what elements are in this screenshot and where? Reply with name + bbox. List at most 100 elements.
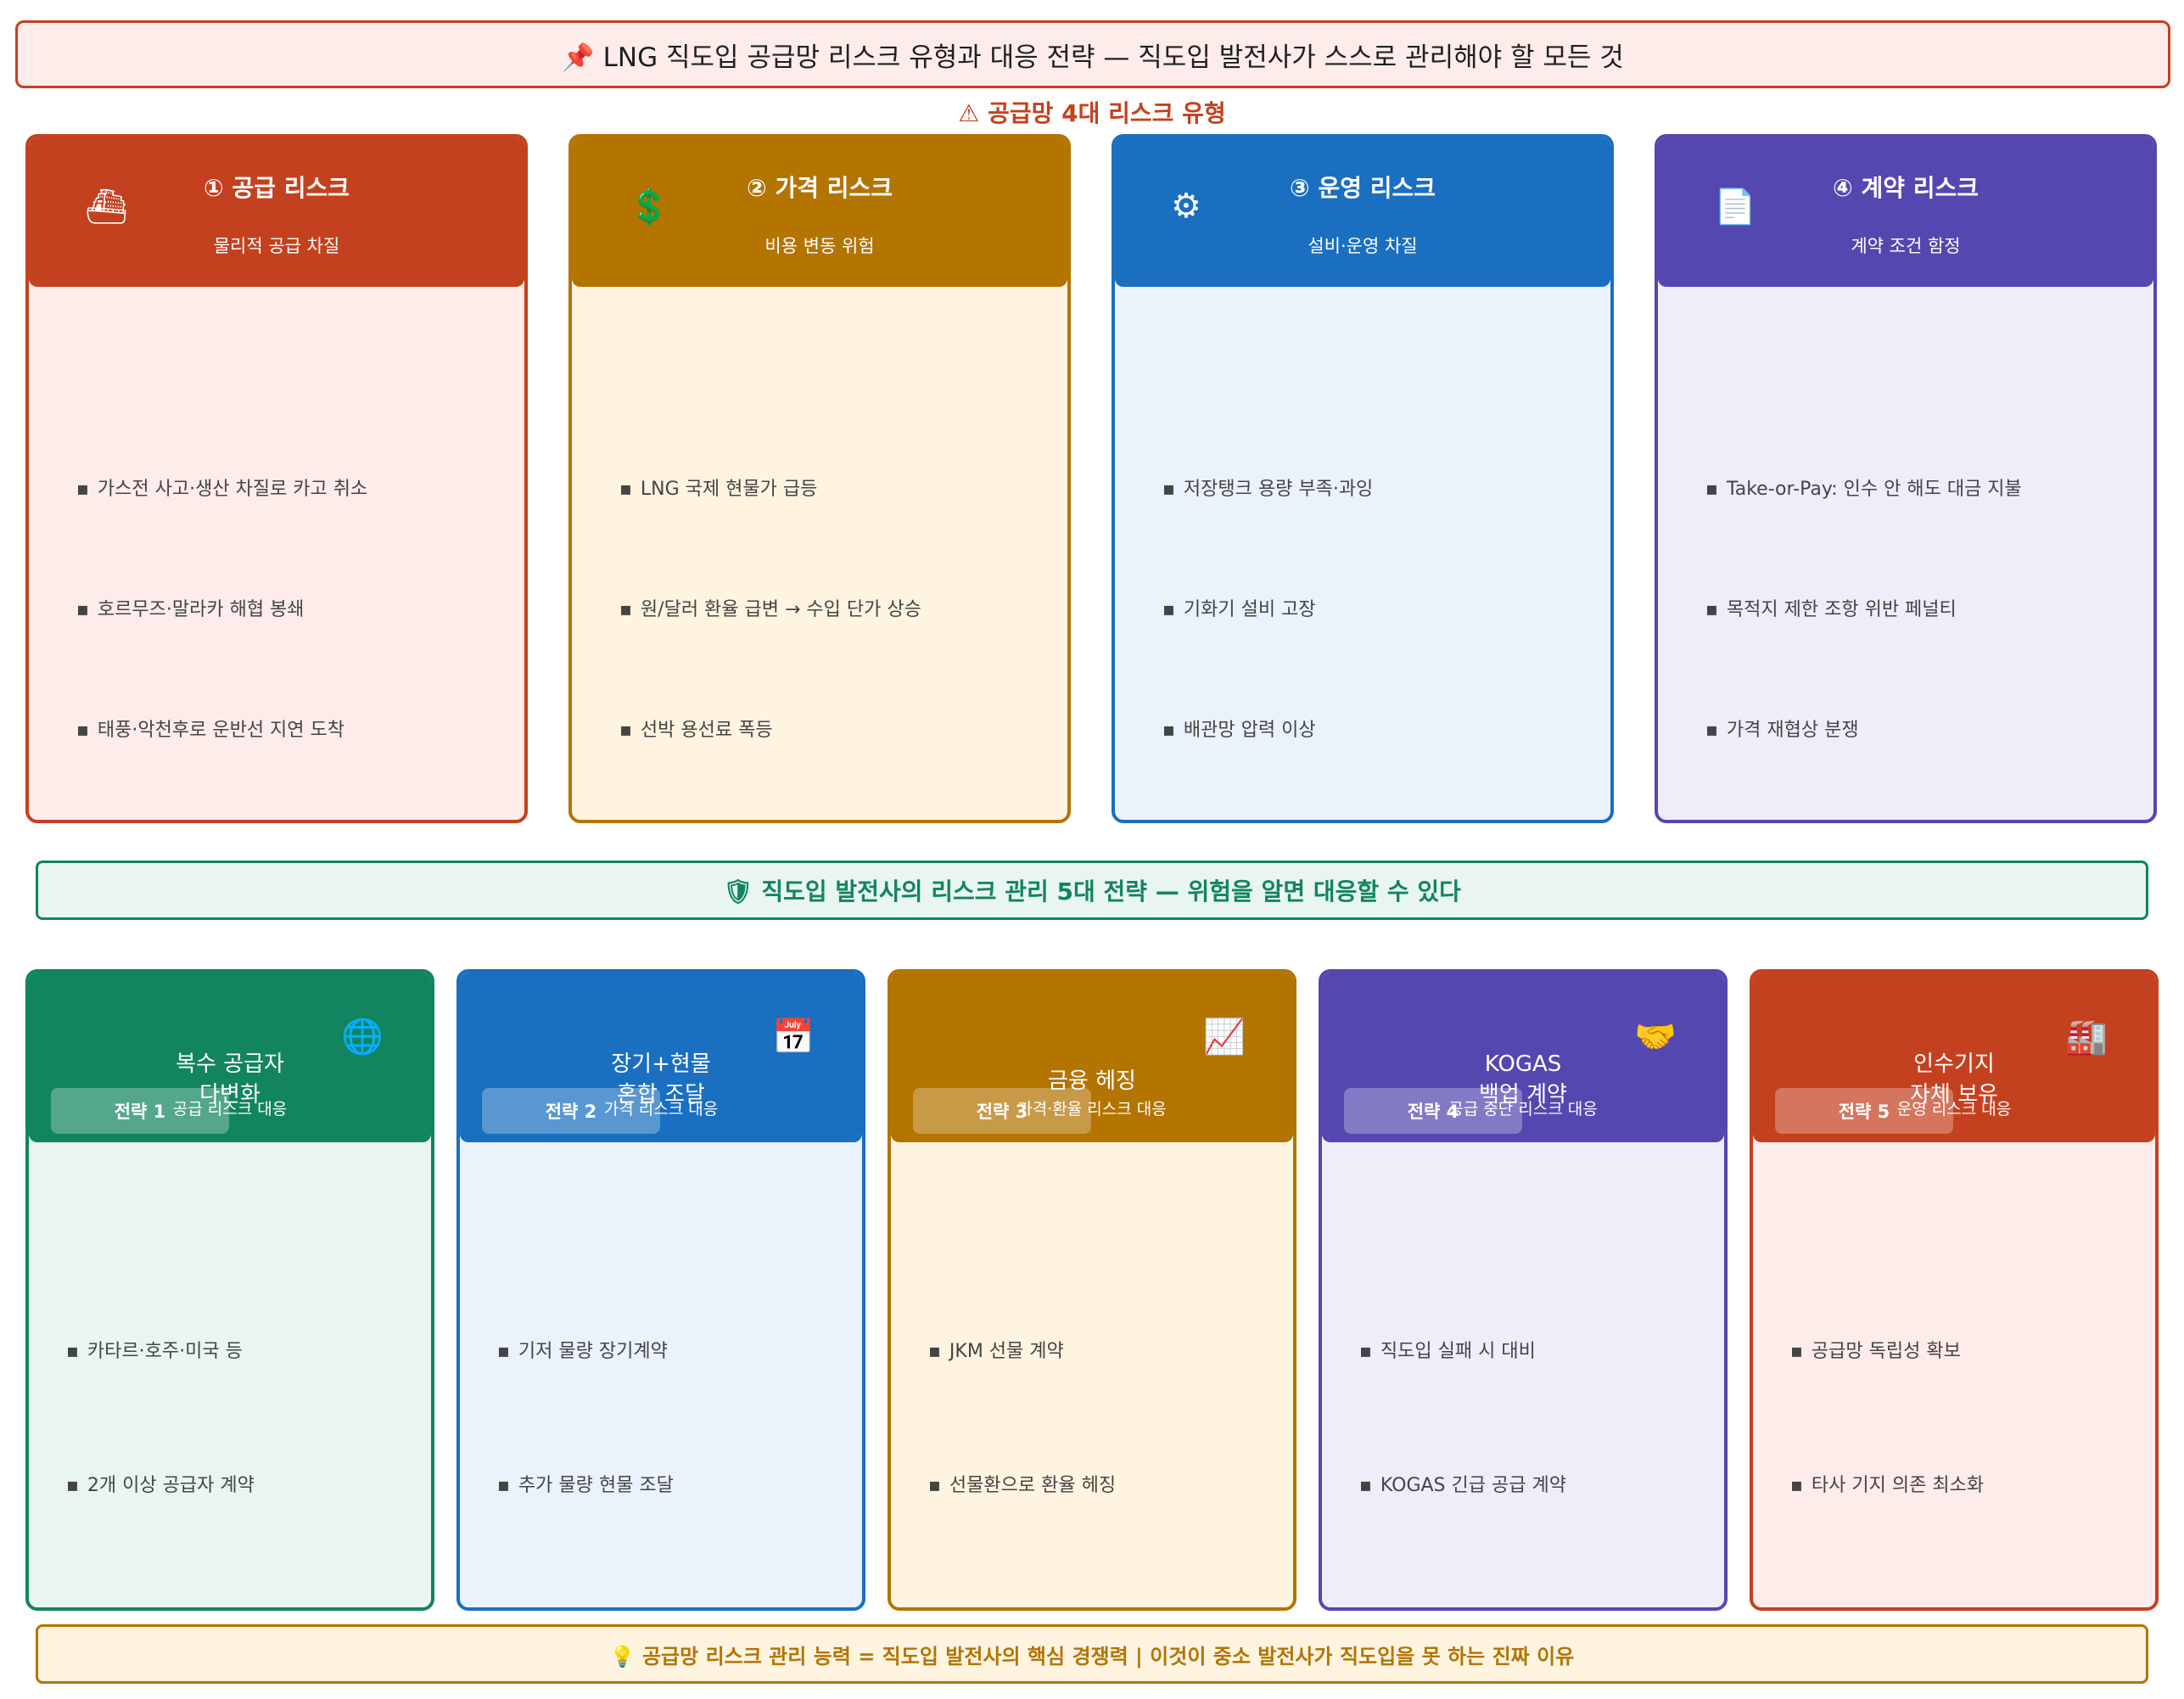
list-item-text: 원/달러 환율 급변 → 수입 단가 상승 [640, 599, 921, 620]
list-item: ▪ 공급망 독립성 확보 [1790, 1336, 1961, 1363]
strategy-title-line: 장기+현물 [611, 1051, 711, 1077]
list-item: ▪ 최후 안전망 확보 [1359, 1604, 1513, 1611]
strategy-card-header: 📈 금융 헤징 전략 3 가격·환율 리스크 대응 [891, 973, 1293, 1142]
bullet-icon: ▪ [619, 479, 632, 500]
bullet-icon: ▪ [928, 1609, 941, 1611]
strategy-target-label: 운영 리스크 대응 [1896, 1100, 2012, 1119]
strategy-icon: 📈 [1203, 1018, 1246, 1057]
bullet-icon: ▪ [1162, 479, 1175, 500]
bullet-icon: ▪ [1705, 720, 1718, 741]
risk-card-header: ⚙ ③ 운영 리스크 설비·운영 차질 [1115, 137, 1610, 287]
list-item: ▪ 포스코에너지 모델 [1790, 1604, 1955, 1611]
strategy-card-header: 🤝 KOGAS 백업 계약 전략 4 공급 중단 리스크 대응 [1322, 973, 1724, 1142]
bullet-icon: ▪ [1790, 1341, 1803, 1362]
risk-card-title: ④ 계약 리스크 [1832, 174, 1979, 202]
list-item: ▪ 가격 재협상 분쟁 [1705, 715, 1859, 742]
list-item: ▪ 저장탱크 용량 부족·과잉 [1162, 474, 1373, 501]
list-item-text: 단일 소스 의존 방지 [87, 1609, 243, 1611]
bullet-icon: ▪ [619, 599, 632, 620]
footer-note: 💡 공급망 리스크 관리 능력 = 직도입 발전사의 핵심 경쟁력 | 이것이 … [36, 1624, 2148, 1684]
bullet-icon: ▪ [1790, 1475, 1803, 1496]
list-item: ▪ 기저 물량 장기계약 [497, 1336, 668, 1363]
list-item: ▪ 단일 소스 의존 방지 [66, 1604, 243, 1611]
strategy-card-3: 📈 금융 헤징 전략 3 가격·환율 리스크 대응 ▪ JKM 선물 계약 ▪ 선물환으로 환… [888, 969, 1296, 1611]
section-strategies-heading: 🛡 직도입 발전사의 리스크 관리 5대 전략 — 위험을 알면 대응할 수 있… [36, 861, 2148, 920]
risk-card-subtitle: 계약 조건 함정 [1851, 236, 1961, 256]
strategy-target-label: 가격·환율 리스크 대응 [1017, 1100, 1167, 1119]
list-item-text: 2개 이상 공급자 계약 [87, 1475, 255, 1496]
list-item: ▪ 선물환으로 환율 헤징 [928, 1470, 1116, 1497]
list-item: ▪ 카타르·호주·미국 등 [66, 1336, 243, 1363]
list-item: ▪ 호르무즈·말라카 해협 봉쇄 [76, 594, 305, 621]
bullet-icon: ▪ [66, 1341, 79, 1362]
bullet-icon: ▪ [76, 479, 89, 500]
list-item: ▪ 직도입 실패 시 대비 [1359, 1336, 1536, 1363]
list-item: ▪ 태풍·악천후로 운반선 지연 도착 [76, 715, 344, 742]
strategy-target-label: 공급 중단 리스크 대응 [1448, 1100, 1598, 1119]
list-item-text: 직도입 실패 시 대비 [1380, 1341, 1536, 1362]
list-item-text: Take-or-Pay: 인수 안 해도 대금 지불 [1726, 479, 2022, 500]
list-item: ▪ 2개 이상 공급자 계약 [66, 1470, 255, 1497]
list-item: ▪ 가격 변동성 차단 [928, 1604, 1082, 1611]
list-item-text: 목적지 제한 조항 위반 페널티 [1726, 599, 1957, 620]
bullet-icon: ▪ [928, 1341, 941, 1362]
risk-card-subtitle: 설비·운영 차질 [1308, 236, 1418, 256]
bullet-icon: ▪ [1359, 1475, 1372, 1496]
bullet-icon: ▪ [1359, 1341, 1372, 1362]
list-item-text: 최후 안전망 확보 [1380, 1609, 1513, 1611]
list-item-text: 추가 물량 현물 조달 [518, 1475, 674, 1496]
bullet-icon: ▪ [1705, 479, 1718, 500]
strategy-title-line: KOGAS [1484, 1051, 1562, 1077]
bullet-icon: ▪ [1705, 599, 1718, 620]
list-item-text: 배관망 압력 이상 [1183, 720, 1316, 741]
list-item-text: 선박 용선료 폭등 [640, 720, 773, 741]
list-item: ▪ 가격 리스크 분산 [497, 1604, 651, 1611]
title-banner: 📌 LNG 직도입 공급망 리스크 유형과 대응 전략 — 직도입 발전사가 스… [15, 20, 2170, 88]
list-item-text: 가격 재협상 분쟁 [1726, 720, 1859, 741]
list-item-text: JKM 선물 계약 [949, 1341, 1064, 1362]
risk-card-3: ⚙ ③ 운영 리스크 설비·운영 차질 ▪ 저장탱크 용량 부족·과잉 ▪ 기화기 설비 고… [1112, 134, 1614, 823]
strategy-target-label: 가격 리스크 대응 [603, 1100, 719, 1119]
risk-card-title: ② 가격 리스크 [746, 174, 893, 202]
bullet-icon: ▪ [76, 599, 89, 620]
strategy-card-2: 📅 장기+현물 혼합 조달 전략 2 가격 리스크 대응 ▪ 기저 물량 장기계약 ▪ 추가 물… [456, 969, 865, 1611]
list-item-text: 호르무즈·말라카 해협 봉쇄 [97, 599, 305, 620]
bullet-icon: ▪ [619, 720, 632, 741]
list-item-text: 태풍·악천후로 운반선 지연 도착 [97, 720, 345, 741]
bullet-icon: ▪ [497, 1475, 510, 1496]
list-item: ▪ KOGAS 긴급 공급 계약 [1359, 1470, 1566, 1497]
list-item-text: 기저 물량 장기계약 [518, 1341, 668, 1362]
risk-card-subtitle: 물리적 공급 차질 [213, 236, 340, 256]
list-item: ▪ 배관망 압력 이상 [1162, 715, 1316, 742]
list-item: ▪ 선박 용선료 폭등 [619, 715, 773, 742]
risk-card-header: ⛴ ① 공급 리스크 물리적 공급 차질 [29, 137, 524, 287]
risk-card-2: 💲 ② 가격 리스크 비용 변동 위험 ▪ LNG 국제 현물가 급등 ▪ 원/달러 환율 … [568, 134, 1071, 823]
risk-card-header: 💲 ② 가격 리스크 비용 변동 위험 [572, 137, 1067, 287]
list-item: ▪ Take-or-Pay: 인수 안 해도 대금 지불 [1705, 474, 2022, 501]
risk-card-header: 📄 ④ 계약 리스크 계약 조건 함정 [1658, 137, 2153, 287]
risk-card-4: 📄 ④ 계약 리스크 계약 조건 함정 ▪ Take-or-Pay: 인수 안 해도 대… [1655, 134, 2157, 823]
risk-card-subtitle: 비용 변동 위험 [764, 236, 875, 256]
list-item-text: 타사 기지 의존 최소화 [1811, 1475, 1985, 1496]
strategy-card-1: 🌐 복수 공급자 다변화 전략 1 공급 리스크 대응 ▪ 카타르·호주·미국 등 ▪ 2개 이… [25, 969, 434, 1611]
bullet-icon: ▪ [1162, 599, 1175, 620]
list-item-text: 카타르·호주·미국 등 [87, 1341, 243, 1362]
risk-card-1: ⛴ ① 공급 리스크 물리적 공급 차질 ▪ 가스전 사고·생산 차질로 카고 취소 ▪ 호… [25, 134, 528, 823]
section-risk-types-heading: ⚠ 공급망 4대 리스크 유형 [958, 99, 1226, 127]
list-item-text: 포스코에너지 모델 [1812, 1609, 1955, 1611]
strategy-card-4: 🤝 KOGAS 백업 계약 전략 4 공급 중단 리스크 대응 ▪ 직도입 실패 시 대비 ▪… [1319, 969, 1728, 1611]
list-item-text: 선물환으로 환율 헤징 [949, 1475, 1117, 1496]
list-item: ▪ 타사 기지 의존 최소화 [1790, 1470, 1984, 1497]
list-item-text: 가격 변동성 차단 [949, 1609, 1082, 1611]
bullet-icon: ▪ [76, 720, 89, 741]
bullet-icon: ▪ [497, 1341, 510, 1362]
bullet-icon: ▪ [66, 1475, 79, 1496]
list-item-text: 가격 리스크 분산 [518, 1609, 651, 1611]
list-item: ▪ 원/달러 환율 급변 → 수입 단가 상승 [619, 594, 921, 621]
page-title: 📌 LNG 직도입 공급망 리스크 유형과 대응 전략 — 직도입 발전사가 스… [562, 42, 1624, 73]
list-item-text: LNG 국제 현물가 급등 [640, 479, 818, 500]
strategy-card-header: 🌐 복수 공급자 다변화 전략 1 공급 리스크 대응 [29, 973, 431, 1142]
strategy-card-header: 🏭 인수기지 자체 보유 전략 5 운영 리스크 대응 [1753, 973, 2155, 1142]
list-item-text: 가스전 사고·생산 차질로 카고 취소 [97, 479, 368, 500]
strategy-target-label: 공급 리스크 대응 [172, 1100, 288, 1119]
